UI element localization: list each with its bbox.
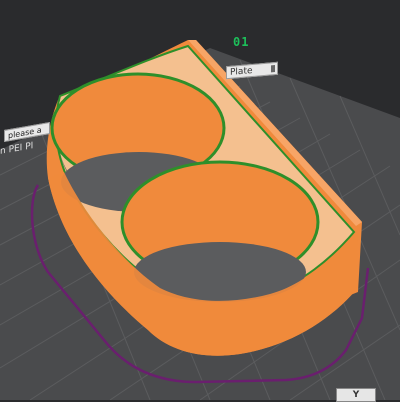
3d-viewport[interactable] [0, 0, 400, 400]
cup-hole-2 [120, 160, 320, 302]
plate-name-label: Plate [230, 65, 253, 78]
plate-number: 01 [233, 35, 250, 49]
lock-icon[interactable] [271, 64, 275, 73]
